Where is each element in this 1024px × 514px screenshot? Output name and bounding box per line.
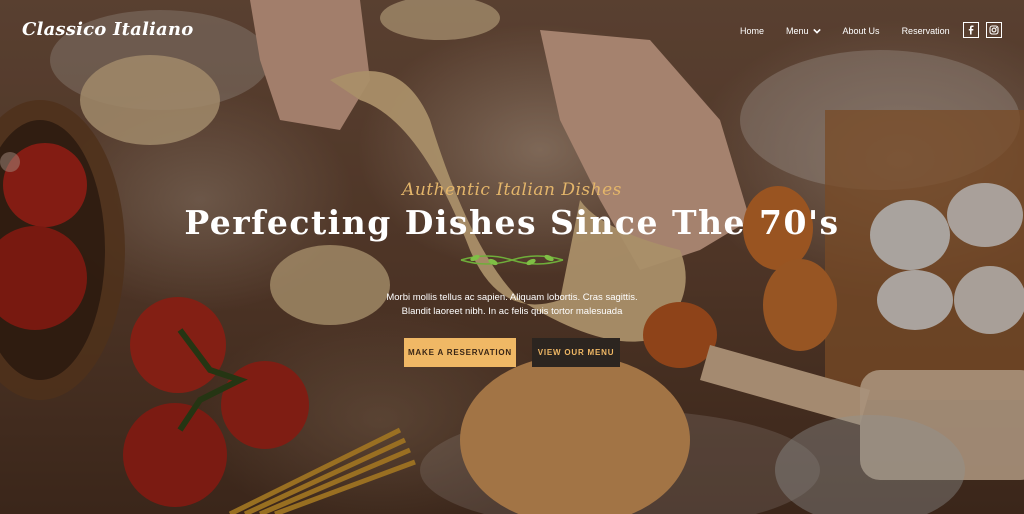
hero-headline: Perfecting Dishes Since The 70's (184, 203, 840, 242)
instagram-link[interactable] (986, 22, 1002, 38)
instagram-icon (989, 25, 999, 35)
facebook-link[interactable] (963, 22, 979, 38)
nav-menu[interactable]: Menu (786, 26, 821, 36)
hero-tagline: Authentic Italian Dishes (402, 180, 622, 200)
hero-description-line-1: Morbi mollis tellus ac sapien. Aliquam l… (386, 292, 638, 303)
view-menu-button[interactable]: VIEW OUR MENU (532, 338, 620, 367)
make-reservation-button[interactable]: MAKE A RESERVATION (404, 338, 516, 367)
main-nav: Home Menu About Us Reservation (740, 26, 972, 36)
nav-home[interactable]: Home (740, 26, 764, 36)
nav-menu-label: Menu (786, 26, 809, 36)
leaf-divider-icon (460, 254, 564, 266)
site-logo[interactable]: Classico Italiano (22, 19, 193, 40)
hero-description-line-2: Blandit laoreet nibh. In ac felis quis t… (401, 306, 623, 317)
hero-description: Morbi mollis tellus ac sapien. Aliquam l… (362, 291, 662, 319)
facebook-icon (968, 25, 974, 35)
chevron-down-icon (812, 28, 821, 34)
nav-about-us[interactable]: About Us (843, 26, 880, 36)
nav-reservation[interactable]: Reservation (902, 26, 950, 36)
